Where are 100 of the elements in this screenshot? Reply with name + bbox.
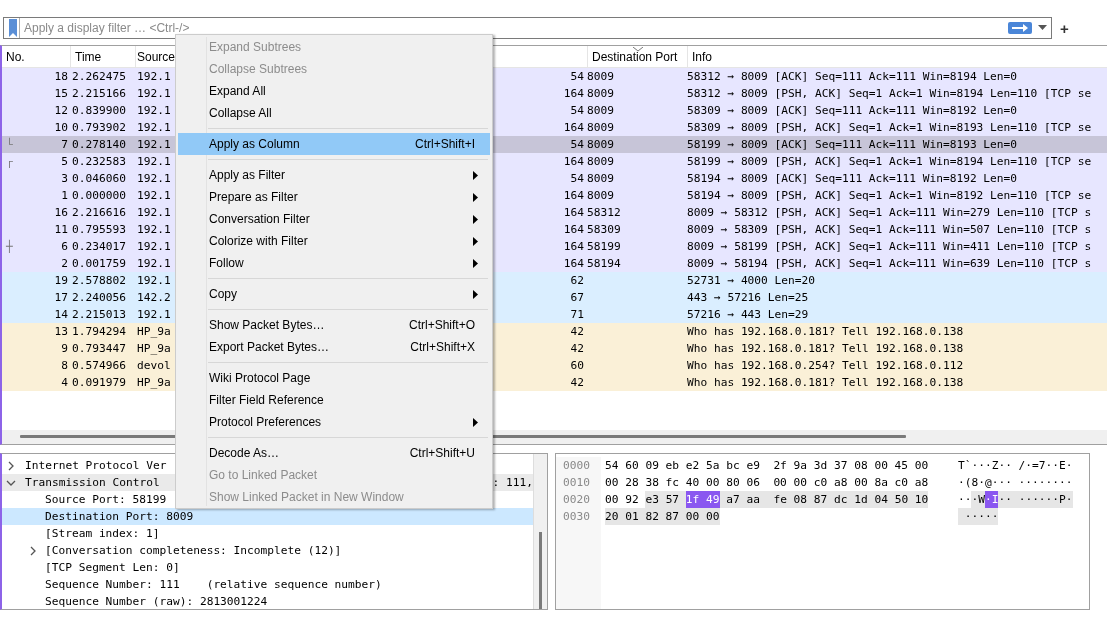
- packet-info: 8009 → 58194 [PSH, ACK] Seq=1 Ack=111 Win=639 Len=110 [TCP s: [687, 256, 1093, 272]
- packet-length: 164: [562, 239, 585, 255]
- packet-time: 0.839900: [71, 103, 127, 119]
- packet-time: 2.262475: [71, 69, 127, 85]
- packet-time: 0.793447: [71, 341, 127, 357]
- tree-text: [TCP Segment Len: 0]: [45, 560, 180, 576]
- packet-time: 0.234017: [71, 239, 127, 255]
- destination-port: 8009: [587, 154, 615, 170]
- packet-number: 14: [54, 307, 68, 323]
- byte-offset: 0020: [563, 492, 591, 508]
- packet-length: 62: [569, 273, 585, 289]
- packet-length: 54: [569, 171, 585, 187]
- packet-source: HP_9a: [136, 341, 171, 357]
- packet-info: 58312 → 8009 [ACK] Seq=111 Ack=111 Win=8194 Len=0: [687, 69, 1019, 85]
- packet-source: 192.1: [136, 86, 171, 102]
- hex-bytes: 00 92 e3 57 1f 49 a7 aa fe 08 87 dc 1d 04 50 10: [605, 491, 930, 508]
- packet-source: 192.1: [136, 307, 171, 323]
- packet-time: 1.794294: [71, 324, 127, 340]
- destination-port: 58312: [587, 205, 622, 221]
- packet-info: 443 → 57216 Len=25: [687, 290, 810, 306]
- packet-number: 19: [54, 273, 68, 289]
- packet-number: 2: [61, 256, 68, 272]
- packet-info: 8009 → 58312 [PSH, ACK] Seq=1 Ack=111 Win=279 Len=110 [TCP s: [687, 205, 1093, 221]
- byte-offset: 0010: [563, 475, 591, 491]
- packet-source: 192.1: [136, 222, 171, 238]
- packet-number: 1: [61, 188, 68, 204]
- hex-bytes: 54 60 09 eb e2 5a bc e9 2f 9a 3d 37 08 00 45 00: [605, 458, 930, 474]
- packet-length: 42: [569, 375, 585, 391]
- packet-number: 9: [61, 341, 68, 357]
- related-packet-icon: └: [6, 136, 13, 153]
- packet-time: 2.578802: [71, 273, 127, 289]
- ascii-bytes: T`···Z·· /·=7··E·: [958, 458, 1073, 474]
- packet-length: 164: [562, 86, 585, 102]
- tree-text: : 111,: [492, 475, 533, 491]
- destination-port: 8009: [587, 137, 615, 153]
- packet-source: 192.1: [136, 273, 171, 289]
- packet-time: 2.240056: [71, 290, 127, 306]
- packet-time: 0.574966: [71, 358, 127, 374]
- destination-port: 8009: [587, 188, 615, 204]
- packet-number: 11: [54, 222, 68, 238]
- packet-time: 0.091979: [71, 375, 127, 391]
- shortcut-text: Ctrl+Shift+U: [409, 445, 475, 462]
- packet-time: 0.232583: [71, 154, 127, 170]
- packet-number: 5: [61, 154, 68, 170]
- packet-time: 2.215166: [71, 86, 127, 102]
- packet-number: 4: [61, 375, 68, 391]
- packet-source: 192.1: [136, 120, 171, 136]
- tree-text: [Stream index: 1]: [45, 526, 160, 542]
- packet-length: 164: [562, 256, 585, 272]
- hex-bytes: 00 28 38 fc 40 00 80 06 00 00 c0 a8 00 8a c0 a8: [605, 475, 930, 491]
- byte-offset: 0030: [563, 509, 591, 525]
- destination-port: 8009: [587, 86, 615, 102]
- packet-info: 58312 → 8009 [PSH, ACK] Seq=1 Ack=1 Win=8194 Len=110 [TCP se: [687, 86, 1093, 102]
- packet-length: 60: [569, 358, 585, 374]
- tree-text: Sequence Number (raw): 2813001224: [45, 594, 268, 610]
- packet-source: 192.1: [136, 103, 171, 119]
- byte-offset: 0000: [563, 458, 591, 474]
- destination-port: 8009: [587, 171, 615, 187]
- destination-port: 58194: [587, 256, 622, 272]
- packet-time: 0.001759: [71, 256, 127, 272]
- destination-port: 8009: [587, 120, 615, 136]
- packet-number: 18: [54, 69, 68, 85]
- shortcut-text: Ctrl+Shift+X: [410, 339, 475, 356]
- packet-number: 10: [54, 120, 68, 136]
- packet-number: 7: [61, 137, 68, 153]
- packet-length: 164: [562, 188, 585, 204]
- packet-time: 0.000000: [71, 188, 127, 204]
- packet-number: 16: [54, 205, 68, 221]
- destination-port: 58309: [587, 222, 622, 238]
- packet-source: 192.1: [136, 154, 171, 170]
- packet-length: 164: [562, 205, 585, 221]
- packet-time: 0.046060: [71, 171, 127, 187]
- packet-length: 54: [569, 69, 585, 85]
- tree-text: Sequence Number: 111 (relative sequence number): [45, 577, 382, 593]
- ascii-bytes: ·(8·@··· ········: [958, 475, 1073, 491]
- packet-length: 42: [569, 324, 585, 340]
- shortcut-text: Ctrl+Shift+I: [414, 136, 475, 153]
- packet-length: 71: [569, 307, 585, 323]
- packet-source: 192.1: [136, 69, 171, 85]
- packet-time: 2.215013: [71, 307, 127, 323]
- packet-number: 12: [54, 103, 68, 119]
- packet-info: Who has 192.168.0.254? Tell 192.168.0.112: [687, 358, 965, 374]
- packet-info: 8009 → 58309 [PSH, ACK] Seq=1 Ack=111 Win=507 Len=110 [TCP s: [687, 222, 1093, 238]
- packet-number: 15: [54, 86, 68, 102]
- related-packet-icon: ┼: [6, 238, 13, 255]
- packet-info: 58309 → 8009 [PSH, ACK] Seq=1 Ack=1 Win=8193 Len=110 [TCP se: [687, 120, 1093, 136]
- packet-time: 2.216616: [71, 205, 127, 221]
- packet-number: 13: [54, 324, 68, 340]
- packet-length: 164: [562, 222, 585, 238]
- packet-info: Who has 192.168.0.181? Tell 192.168.0.138: [687, 341, 965, 357]
- packet-source: 192.1: [136, 205, 171, 221]
- destination-port: 8009: [587, 103, 615, 119]
- packet-source: 192.1: [136, 256, 171, 272]
- packet-length: 42: [569, 341, 585, 357]
- packet-length: 164: [562, 154, 585, 170]
- packet-number: 8: [61, 358, 68, 374]
- packet-info: 58194 → 8009 [PSH, ACK] Seq=1 Ack=1 Win=8192 Len=110 [TCP se: [687, 188, 1093, 204]
- ascii-bytes: ·····: [958, 508, 1073, 525]
- packet-source: HP_9a: [136, 324, 171, 340]
- destination-port: 8009: [587, 69, 615, 85]
